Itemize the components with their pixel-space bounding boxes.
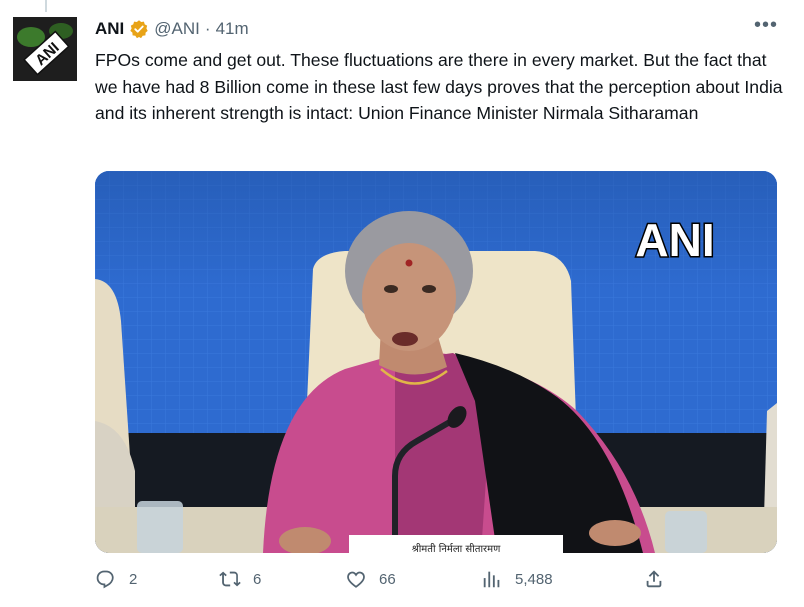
ani-logo-icon: ANI bbox=[13, 17, 77, 81]
tweet-text: FPOs come and get out. These fluctuation… bbox=[95, 50, 783, 124]
like-button[interactable]: 66 bbox=[345, 568, 396, 590]
tweet-media-image[interactable]: श्रीमती निर्मला सीतारमण ANI bbox=[95, 171, 777, 553]
author-handle[interactable]: @ANI bbox=[154, 19, 200, 39]
reply-button[interactable]: 2 bbox=[95, 568, 137, 590]
avatar[interactable]: ANI bbox=[13, 17, 77, 81]
share-icon bbox=[646, 570, 662, 588]
more-options-icon[interactable]: ••• bbox=[754, 14, 778, 44]
tweet-timestamp[interactable]: 41m bbox=[216, 19, 249, 39]
tweet-header: ANI @ANI · 41m bbox=[95, 19, 249, 39]
watermark-text: ANI bbox=[635, 214, 714, 266]
nameplate-text: श्रीमती निर्मला सीतारमण bbox=[412, 543, 501, 553]
tweet-actions: 2 6 66 5,488 bbox=[95, 568, 695, 602]
separator-dot: · bbox=[204, 19, 211, 38]
press-conference-photo: श्रीमती निर्मला सीतारमण ANI bbox=[95, 171, 777, 553]
verified-badge-icon[interactable] bbox=[129, 19, 149, 39]
author-name[interactable]: ANI bbox=[95, 19, 124, 39]
share-button[interactable] bbox=[643, 568, 665, 590]
retweet-icon bbox=[219, 571, 241, 587]
views-count: 5,488 bbox=[515, 570, 553, 588]
thread-line bbox=[45, 0, 47, 12]
heart-icon bbox=[347, 571, 365, 588]
views-button[interactable]: 5,488 bbox=[481, 568, 553, 590]
views-chart-icon bbox=[483, 571, 500, 588]
retweet-button[interactable]: 6 bbox=[219, 568, 261, 590]
reply-count: 2 bbox=[129, 570, 138, 588]
reply-icon bbox=[96, 570, 114, 589]
like-count: 66 bbox=[379, 570, 396, 588]
retweet-count: 6 bbox=[253, 570, 262, 588]
